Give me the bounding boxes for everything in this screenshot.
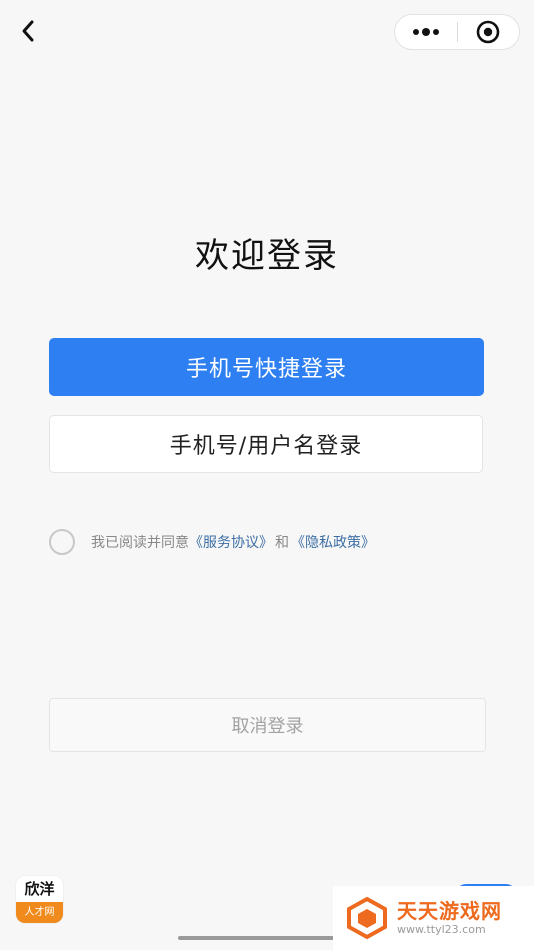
app-logo: 欣洋 人才网 [16, 876, 63, 923]
agreement-prefix: 我已阅读并同意 [91, 535, 189, 551]
agreement-conjunction: 和 [275, 535, 289, 551]
app-logo-subtitle: 人才网 [16, 902, 63, 923]
page-title: 欢迎登录 [195, 236, 339, 276]
watermark-title: 天天游戏网 [397, 899, 502, 923]
watermark-url: www.ttyl23.com [397, 923, 486, 936]
service-agreement-link[interactable]: 《服务协议》 [189, 532, 273, 552]
privacy-policy-link[interactable]: 《隐私政策》 [291, 532, 375, 552]
watermark-logo-icon [347, 896, 387, 940]
phone-quick-login-button[interactable]: 手机号快捷登录 [49, 338, 484, 396]
watermark: 天天游戏网 www.ttyl23.com [333, 886, 534, 950]
close-miniprogram-button[interactable] [458, 15, 520, 49]
account-login-button[interactable]: 手机号/用户名登录 [49, 415, 483, 473]
app-logo-name: 欣洋 [16, 876, 63, 902]
home-indicator [178, 936, 356, 940]
miniprogram-capsule [394, 14, 520, 50]
chevron-left-icon [22, 20, 34, 42]
agreement-radio[interactable] [49, 529, 75, 555]
cancel-login-button[interactable]: 取消登录 [49, 698, 486, 752]
back-button[interactable] [14, 16, 42, 46]
agreement-row: 我已阅读并同意 《服务协议》 和 《隐私政策》 [49, 529, 375, 555]
more-dots-icon [412, 28, 439, 36]
more-menu-button[interactable] [395, 15, 457, 49]
target-circle-icon [476, 20, 500, 44]
